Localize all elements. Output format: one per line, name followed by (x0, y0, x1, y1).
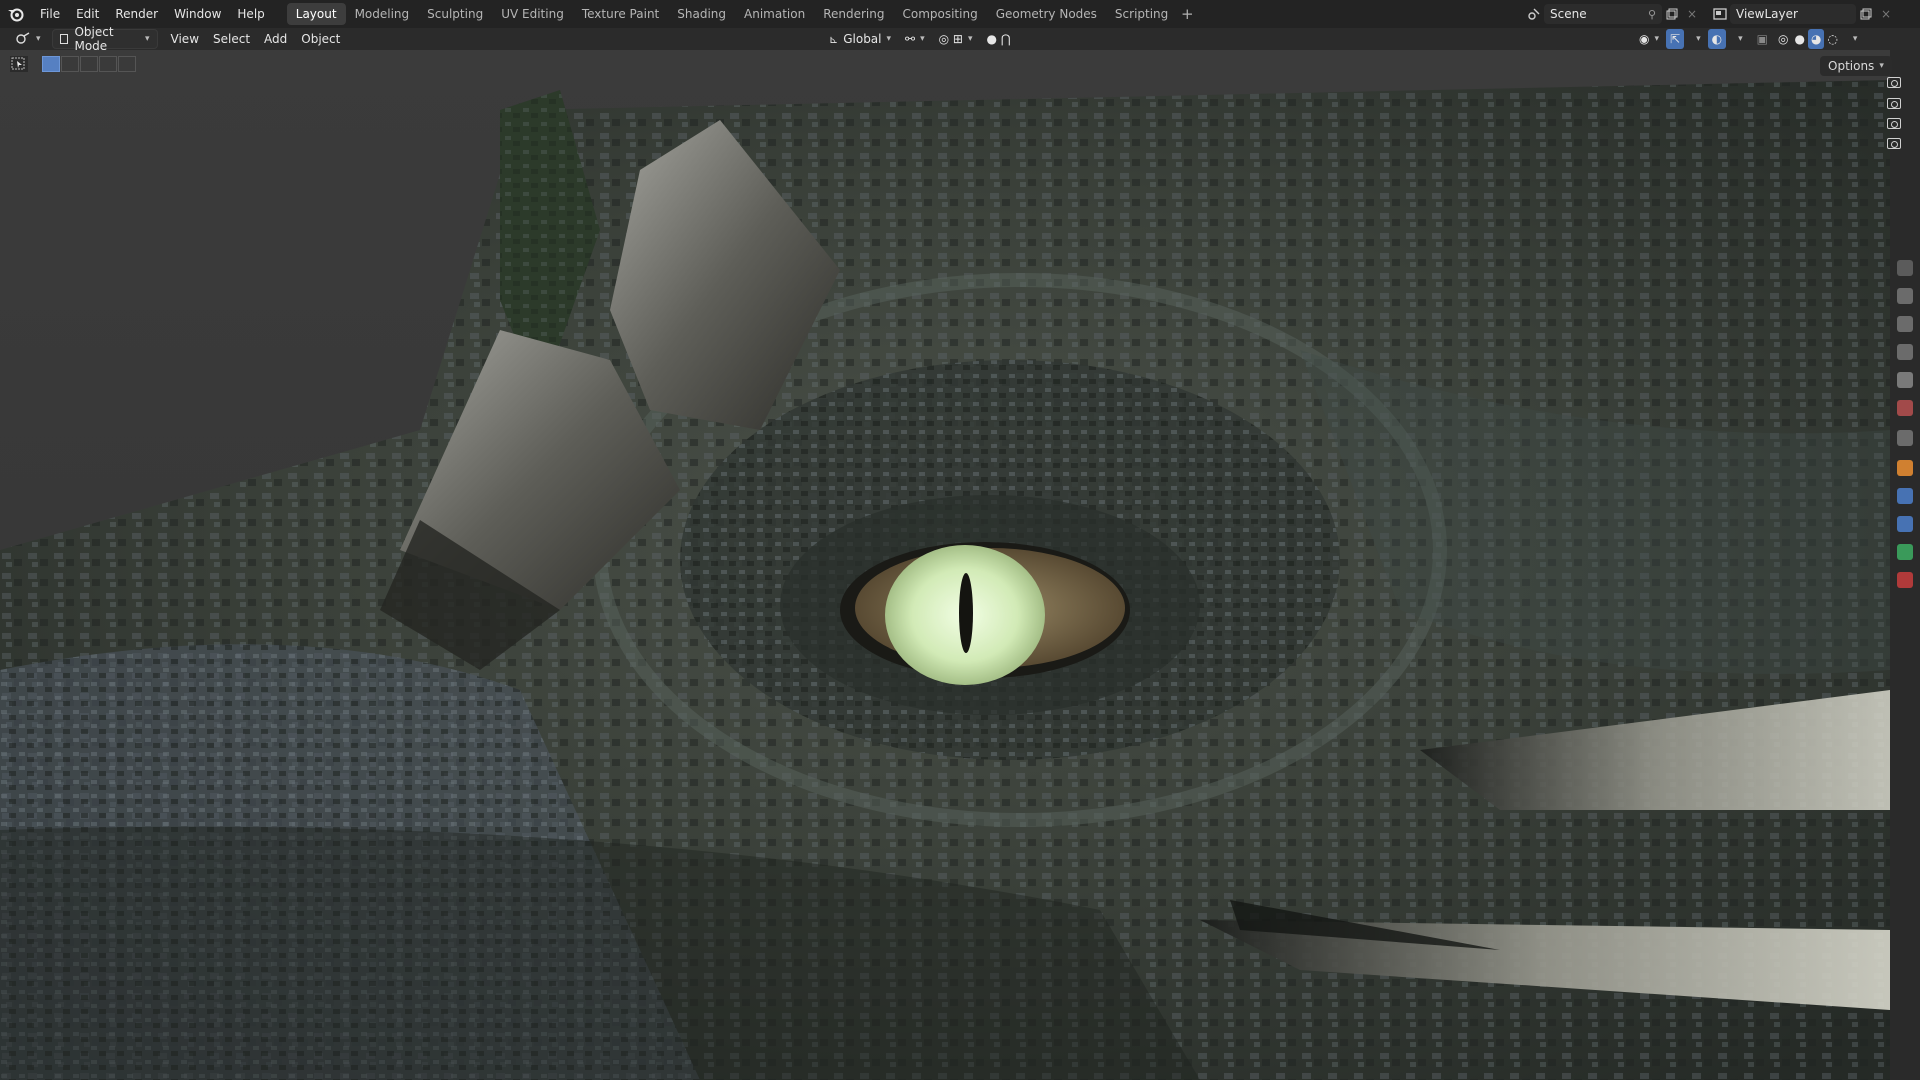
menu-help[interactable]: Help (229, 0, 272, 28)
output-properties-icon[interactable] (1897, 316, 1913, 332)
menu-view[interactable]: View (164, 29, 206, 49)
overlay-dropdown[interactable]: ▾ (1726, 29, 1750, 49)
gizmo-dropdown[interactable]: ▾ (1684, 29, 1708, 49)
orientation-icon: ⊾ (829, 32, 839, 46)
gizmo-icon[interactable]: ⇱ (1666, 29, 1685, 49)
pivot-icon[interactable]: ⚯ ▾ (898, 29, 932, 49)
menu-file[interactable]: File (32, 0, 68, 28)
tab-layout[interactable]: Layout (286, 3, 346, 25)
editor-type-icon[interactable]: ▾ (8, 29, 48, 49)
camera-icon[interactable] (1887, 77, 1901, 88)
mode-label: Object Mode (74, 25, 114, 53)
options-label: Options (1828, 59, 1875, 73)
shading-wireframe-icon[interactable]: ◎ (1775, 29, 1791, 49)
scene-name-field[interactable]: Scene ⚲ (1544, 4, 1662, 24)
tab-rendering[interactable]: Rendering (814, 3, 893, 25)
options-dropdown[interactable]: Options ▾ (1820, 56, 1892, 76)
object-data-properties-icon[interactable] (1897, 544, 1913, 560)
world-properties-icon[interactable] (1897, 400, 1913, 416)
proportional-icon[interactable]: ● ⋂ (980, 29, 1018, 49)
properties-tab-strip (1890, 50, 1920, 1080)
shading-material-icon[interactable]: ◕ (1807, 29, 1825, 49)
select-mode-toolbar (10, 56, 137, 72)
3d-viewport[interactable] (0, 50, 1890, 1080)
tool-properties-icon[interactable] (1897, 260, 1913, 276)
scene-icon[interactable] (1524, 4, 1544, 24)
transform-controls: ⊾ Global ▾ ⚯ ▾ ◎ ⊞ ▾ ● ⋂ (822, 29, 1018, 49)
visibility-icon[interactable]: ◉ ▾ (1632, 29, 1666, 49)
new-scene-icon[interactable] (1662, 4, 1682, 24)
tab-compositing[interactable]: Compositing (893, 3, 986, 25)
close-view-layer-icon[interactable]: × (1876, 4, 1896, 24)
top-bar: File Edit Render Window Help Layout Mode… (0, 0, 1920, 28)
menu-object[interactable]: Object (294, 29, 347, 49)
modifier-properties-icon[interactable] (1897, 488, 1913, 504)
scene-selector-group: Scene ⚲ × ViewLayer × (1524, 3, 1896, 25)
dragon-render (0, 50, 1890, 1080)
select-tool-icon[interactable] (10, 56, 28, 72)
view-layer-properties-icon[interactable] (1897, 344, 1913, 360)
view-layer-name: ViewLayer (1736, 7, 1798, 21)
tab-animation[interactable]: Animation (735, 3, 814, 25)
view-layer-field[interactable]: ViewLayer (1730, 4, 1856, 24)
object-mode-icon (59, 34, 69, 44)
orientation-dropdown[interactable]: ⊾ Global ▾ (822, 29, 898, 49)
menu-window[interactable]: Window (166, 0, 229, 28)
shading-rendered-icon[interactable]: ◌ (1824, 29, 1840, 49)
scene-name: Scene (1550, 7, 1587, 21)
xray-icon[interactable]: ▣ (1750, 29, 1775, 49)
texture-properties-icon[interactable] (1897, 572, 1913, 588)
tab-shading[interactable]: Shading (668, 3, 735, 25)
camera-icon[interactable] (1887, 118, 1901, 129)
tab-uv-editing[interactable]: UV Editing (492, 3, 573, 25)
viewport-display-controls: ◉ ▾ ⇱ ▾ ◐ ▾ ▣ ◎ ● ◕ ◌ ▾ (1632, 29, 1864, 49)
tab-geometry-nodes[interactable]: Geometry Nodes (987, 3, 1106, 25)
snap-icon[interactable]: ◎ ⊞ ▾ (932, 29, 980, 49)
menu-render[interactable]: Render (107, 0, 166, 28)
tab-modeling[interactable]: Modeling (346, 3, 419, 25)
workspace-tabs: Layout Modeling Sculpting UV Editing Tex… (286, 0, 1198, 28)
select-invert-icon[interactable] (99, 56, 117, 72)
select-intersect-icon[interactable] (118, 56, 136, 72)
select-extend-icon[interactable] (61, 56, 79, 72)
menu-add[interactable]: Add (257, 29, 294, 49)
menu-edit[interactable]: Edit (68, 0, 107, 28)
camera-icon[interactable] (1887, 98, 1901, 109)
camera-icon[interactable] (1887, 138, 1901, 149)
render-properties-icon[interactable] (1897, 288, 1913, 304)
object-mode-dropdown[interactable]: Object Mode ▾ (51, 25, 158, 53)
menu-select[interactable]: Select (206, 29, 257, 49)
viewport-header: ▾ Object Mode ▾ View Select Add Object ⊾… (0, 25, 1920, 53)
physics-properties-icon[interactable] (1897, 516, 1913, 532)
view-layer-icon[interactable] (1710, 4, 1730, 24)
orientation-label: Global (843, 32, 882, 46)
add-workspace-button[interactable]: + (1177, 5, 1197, 23)
pin-icon[interactable]: ⚲ (1648, 8, 1656, 21)
tab-scripting[interactable]: Scripting (1106, 3, 1177, 25)
new-view-layer-icon[interactable] (1856, 4, 1876, 24)
object-properties-icon[interactable] (1897, 460, 1913, 476)
close-icon[interactable]: × (1682, 4, 1702, 24)
collection-properties-icon[interactable] (1897, 430, 1913, 446)
scene-properties-icon[interactable] (1897, 372, 1913, 388)
tab-sculpting[interactable]: Sculpting (418, 3, 492, 25)
tab-texture-paint[interactable]: Texture Paint (573, 3, 668, 25)
select-new-icon[interactable] (42, 56, 60, 72)
select-subtract-icon[interactable] (80, 56, 98, 72)
overlay-icon[interactable]: ◐ (1707, 29, 1727, 49)
shading-solid-icon[interactable]: ● (1791, 29, 1807, 49)
shading-dropdown[interactable]: ▾ (1841, 29, 1865, 49)
blender-logo-icon[interactable] (0, 0, 32, 28)
